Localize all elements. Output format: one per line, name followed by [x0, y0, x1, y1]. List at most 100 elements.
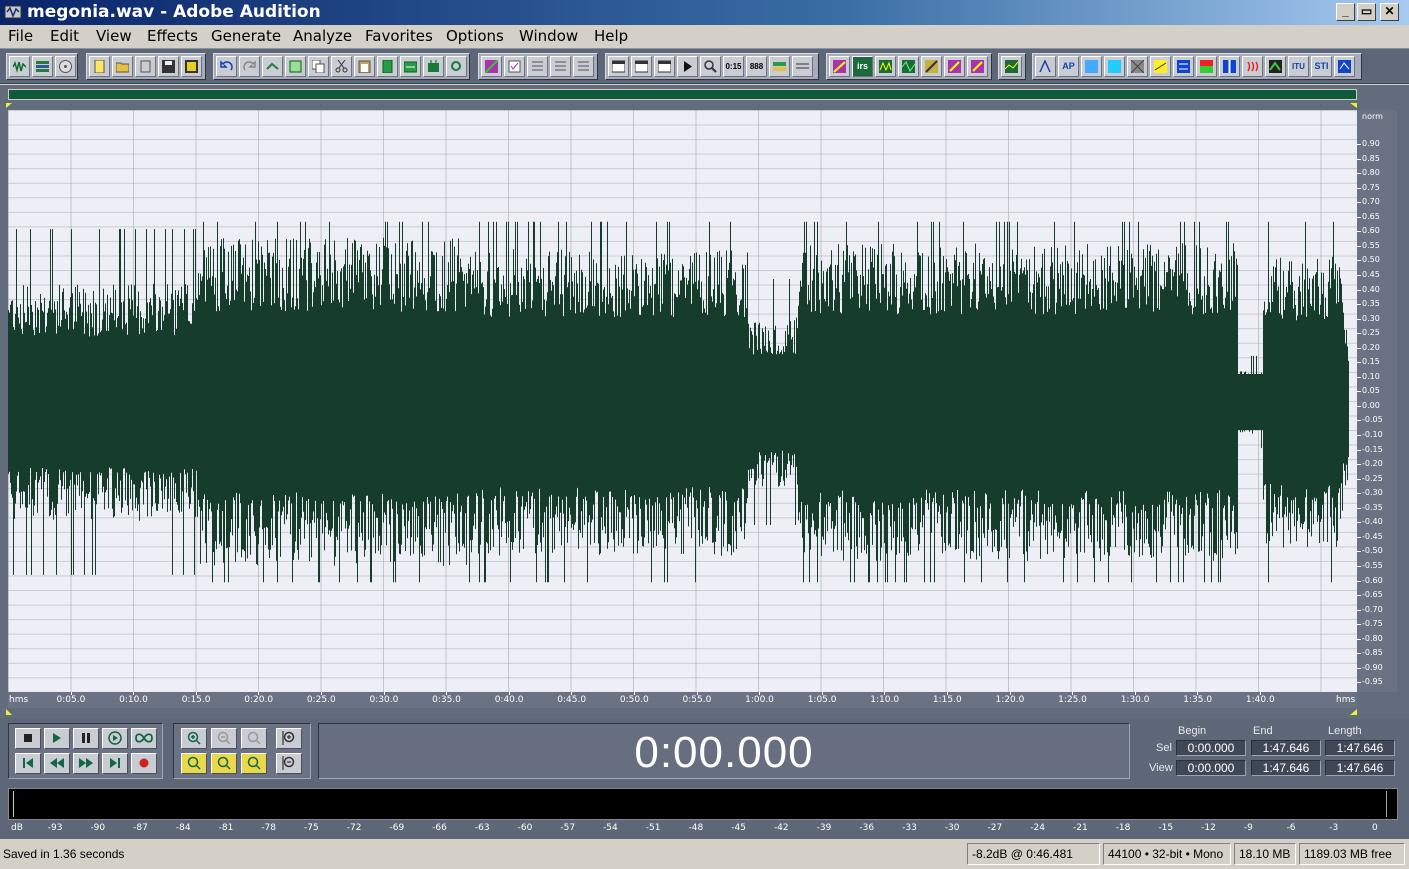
- menu-window[interactable]: Window: [519, 27, 578, 45]
- minimize-button[interactable]: _: [1336, 3, 1355, 21]
- cd-view-button[interactable]: [55, 56, 76, 77]
- fast-forward-button[interactable]: [73, 753, 99, 774]
- plugin-button-10[interactable]: [1242, 56, 1263, 77]
- record-button[interactable]: [131, 753, 157, 774]
- effect-button-3[interactable]: [875, 56, 896, 77]
- pause-button[interactable]: [73, 728, 99, 749]
- frequency-display-button[interactable]: 888: [746, 56, 767, 77]
- sel-end-field[interactable]: 1:47.646: [1251, 740, 1321, 756]
- menu-generate[interactable]: Generate: [211, 27, 281, 45]
- spectral-button[interactable]: [481, 56, 502, 77]
- window-button-3[interactable]: [654, 56, 675, 77]
- menu-effects[interactable]: Effects: [147, 27, 198, 45]
- select-button[interactable]: [285, 56, 306, 77]
- trim-button[interactable]: [446, 56, 467, 77]
- time-display-button[interactable]: 0:15: [723, 56, 744, 77]
- zoom-to-right-button[interactable]: [211, 753, 237, 774]
- crop-button[interactable]: [423, 56, 444, 77]
- menu-options[interactable]: Options: [446, 27, 504, 45]
- menu-favorites[interactable]: Favorites: [365, 27, 433, 45]
- repeat-button[interactable]: [262, 56, 283, 77]
- plugin-button-3[interactable]: [1081, 56, 1102, 77]
- plugin-button-8[interactable]: [1196, 56, 1217, 77]
- effect-button-4[interactable]: [898, 56, 919, 77]
- plugin-button-11[interactable]: [1265, 56, 1286, 77]
- menu-view[interactable]: View: [96, 27, 132, 45]
- zoom-window-button[interactable]: [700, 56, 721, 77]
- waveform-graphic[interactable]: [8, 110, 1357, 692]
- window-button-2[interactable]: [631, 56, 652, 77]
- redo-button[interactable]: [239, 56, 260, 77]
- effect-button-5[interactable]: [921, 56, 942, 77]
- play-cursor-button[interactable]: [677, 56, 698, 77]
- save-all-button[interactable]: [181, 56, 202, 77]
- irs-effect-button[interactable]: irs: [852, 56, 873, 77]
- stop-button[interactable]: [15, 728, 41, 749]
- effect-button-1[interactable]: [829, 56, 850, 77]
- sel-length-field[interactable]: 1:47.646: [1325, 740, 1395, 756]
- list-button-2[interactable]: [550, 56, 571, 77]
- plugin-button-14[interactable]: [1334, 56, 1355, 77]
- cursor-start-marker-icon[interactable]: [6, 709, 14, 715]
- loop-button[interactable]: [131, 728, 157, 749]
- app-icon[interactable]: [4, 4, 22, 20]
- open-file-button[interactable]: [112, 56, 133, 77]
- overview-bar[interactable]: [0, 85, 1409, 108]
- sel-begin-field[interactable]: 0:00.000: [1176, 740, 1246, 756]
- multitrack-view-button[interactable]: [32, 56, 53, 77]
- view-length-field[interactable]: 1:47.646: [1325, 760, 1395, 776]
- zoom-in-button[interactable]: [181, 728, 207, 749]
- level-meter-bar[interactable]: [8, 788, 1398, 820]
- plugin-button-6[interactable]: [1150, 56, 1171, 77]
- ap-plugin-button[interactable]: AP: [1058, 56, 1079, 77]
- plugin-button-5[interactable]: [1127, 56, 1148, 77]
- time-ruler[interactable]: hms hms 0:05.0 0:10.0 0:15.0 0:20.0 0:25.0 0:…: [8, 692, 1357, 708]
- waveform-view-button[interactable]: [9, 56, 30, 77]
- menu-file[interactable]: File: [8, 27, 33, 45]
- cue-list-button[interactable]: [769, 56, 790, 77]
- list-button-3[interactable]: [573, 56, 594, 77]
- overview-range[interactable]: [8, 89, 1357, 100]
- window-button-1[interactable]: [608, 56, 629, 77]
- paste-new-button[interactable]: [377, 56, 398, 77]
- sti-plugin-button[interactable]: STI: [1311, 56, 1332, 77]
- play-button[interactable]: [44, 728, 70, 749]
- zoom-full-button[interactable]: [241, 728, 267, 749]
- cut-button[interactable]: [331, 56, 352, 77]
- new-file-button[interactable]: [89, 56, 110, 77]
- list-button-1[interactable]: [527, 56, 548, 77]
- copy-button[interactable]: [308, 56, 329, 77]
- close-file-button[interactable]: [135, 56, 156, 77]
- plugin-button-4[interactable]: [1104, 56, 1125, 77]
- view-end-field[interactable]: 1:47.646: [1251, 760, 1321, 776]
- paste-button[interactable]: [354, 56, 375, 77]
- level-meter-button[interactable]: [792, 56, 813, 77]
- go-to-end-button[interactable]: [102, 753, 128, 774]
- analysis-button[interactable]: [1001, 56, 1022, 77]
- play-to-end-button[interactable]: [102, 728, 128, 749]
- rewind-button[interactable]: [44, 753, 70, 774]
- zoom-in-vertical-button[interactable]: [276, 728, 302, 749]
- zoom-out-vertical-button[interactable]: [276, 753, 302, 774]
- checklist-button[interactable]: [504, 56, 525, 77]
- zoom-selection-button[interactable]: [241, 753, 267, 774]
- effect-button-6[interactable]: [944, 56, 965, 77]
- save-button[interactable]: [158, 56, 179, 77]
- itu-plugin-button[interactable]: ITU: [1288, 56, 1309, 77]
- close-button[interactable]: ✕: [1380, 3, 1399, 21]
- plugin-button-1[interactable]: [1035, 56, 1056, 77]
- plugin-button-7[interactable]: [1173, 56, 1194, 77]
- effect-button-7[interactable]: [967, 56, 988, 77]
- cursor-end-marker-icon[interactable]: [1350, 709, 1358, 715]
- menu-edit[interactable]: Edit: [50, 27, 79, 45]
- restore-button[interactable]: ▭: [1357, 3, 1376, 21]
- go-to-start-button[interactable]: [15, 753, 41, 774]
- view-begin-field[interactable]: 0:00.000: [1176, 760, 1246, 776]
- plugin-button-9[interactable]: [1219, 56, 1240, 77]
- zoom-out-button[interactable]: [211, 728, 237, 749]
- menu-help[interactable]: Help: [594, 27, 628, 45]
- mix-paste-button[interactable]: [400, 56, 421, 77]
- menu-analyze[interactable]: Analyze: [293, 27, 352, 45]
- undo-button[interactable]: [216, 56, 237, 77]
- zoom-to-left-button[interactable]: [181, 753, 207, 774]
